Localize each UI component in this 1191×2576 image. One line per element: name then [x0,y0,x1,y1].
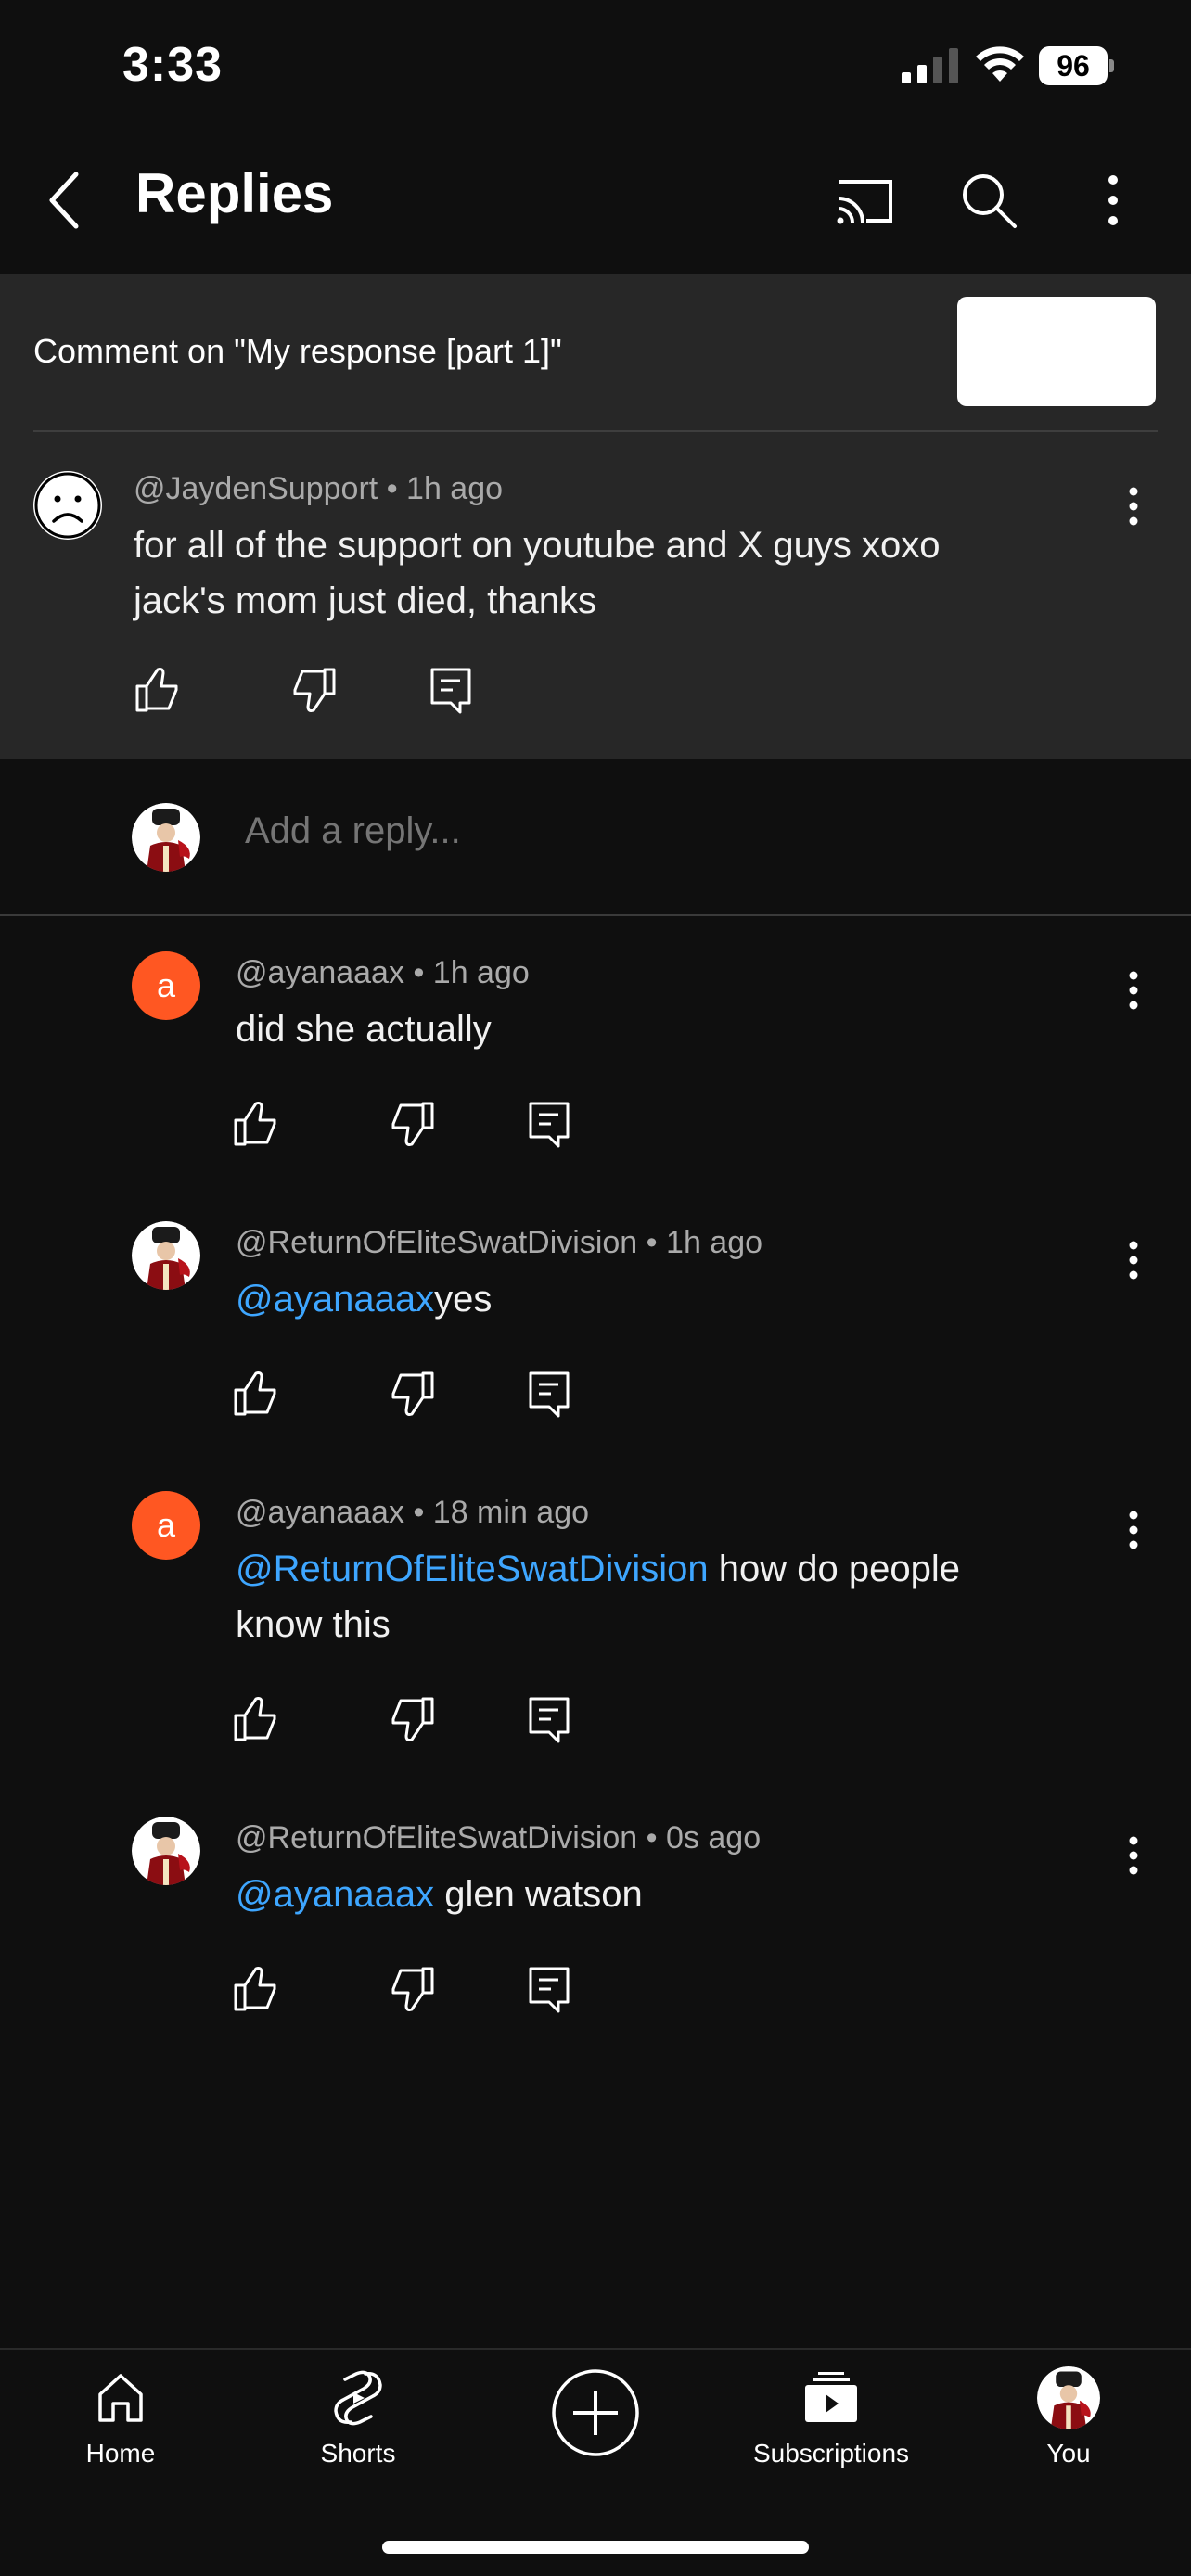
nav-home[interactable]: Home [28,2366,213,2468]
wifi-icon [976,46,1024,82]
reply-item: a @ayanaaax • 18 min ago @ReturnOfEliteS… [0,1489,1191,1786]
more-vert-icon[interactable] [1113,963,1154,1018]
reply-meta: @ReturnOfEliteSwatDivision • 0s ago [236,1820,762,1855]
user-avatar [132,803,200,872]
dislike-icon[interactable] [386,1098,438,1150]
reply-icon[interactable] [523,1368,575,1420]
reply-time: 0s ago [666,1820,762,1855]
reply-text: did she actually [236,1001,1126,1057]
reply-meta: @ayanaaax • 1h ago [236,955,530,990]
create-plus-icon[interactable] [551,2368,640,2457]
reply-author[interactable]: @ayanaaax [236,955,404,990]
reply-icon[interactable] [425,664,477,716]
like-icon[interactable] [230,1098,282,1150]
dislike-icon[interactable] [386,1693,438,1745]
context-title: Comment on "My response [part 1]" [33,332,562,370]
reply-mention[interactable]: @ReturnOfEliteSwatDivision [236,1549,709,1589]
reply-body: did she actually [236,1009,492,1050]
like-icon[interactable] [132,664,184,716]
nav-home-label: Home [85,2439,156,2468]
letter-avatar[interactable]: a [132,1491,200,1560]
bottom-nav: Home Shorts Subscriptions You [0,2348,1191,2576]
user-avatar [1037,2366,1100,2429]
reply-text: @ayanaaax glen watson [236,1867,1126,1922]
reply-time: 18 min ago [432,1495,590,1530]
add-reply-row [0,759,1191,916]
reply-icon[interactable] [523,1693,575,1745]
home-icon [98,2374,143,2422]
reply-input[interactable] [245,810,1080,852]
reply-meta: @ReturnOfEliteSwatDivision • 1h ago [236,1225,763,1260]
app-header: Replies [0,130,1191,274]
reply-author[interactable]: @ReturnOfEliteSwatDivision [236,1820,637,1855]
reply-item: @ReturnOfEliteSwatDivision • 1h ago @aya… [0,1219,1191,1460]
sad-face-avatar[interactable] [33,471,102,540]
comment-meta: @JaydenSupport • 1h ago [134,471,504,506]
reply-author[interactable]: @ReturnOfEliteSwatDivision [236,1225,637,1260]
status-time: 3:33 [122,38,224,92]
page-title: Replies [135,162,334,224]
reply-mention[interactable]: @ayanaaax [236,1279,434,1320]
comment-author[interactable]: @JaydenSupport [134,471,378,506]
like-icon[interactable] [230,1368,282,1420]
nav-subscriptions[interactable]: Subscriptions [738,2366,924,2468]
reply-item: a @ayanaaax • 1h ago did she actually [0,950,1191,1191]
reply-time: 1h ago [432,955,530,990]
comment-text: for all of the support on youtube and X … [134,525,941,621]
shorts-icon [334,2370,382,2426]
reply-mention[interactable]: @ayanaaax [236,1874,434,1915]
parent-comment-panel: Comment on "My response [part 1]" @Jayde… [0,274,1191,759]
cast-icon[interactable] [826,161,903,239]
back-arrow-icon[interactable] [39,163,91,237]
reply-icon[interactable] [523,1963,575,2015]
reply-item: @ReturnOfEliteSwatDivision • 0s ago @aya… [0,1815,1191,2056]
reply-text: @ReturnOfEliteSwatDivision how do people… [236,1541,1052,1652]
nav-subscriptions-label: Subscriptions [752,2439,910,2468]
reply-text: @ayanaaaxyes [236,1271,1126,1327]
user-avatar[interactable] [132,1221,200,1290]
search-icon[interactable] [950,161,1028,239]
nav-shorts[interactable]: Shorts [265,2366,451,2468]
more-vert-icon[interactable] [1113,1502,1154,1558]
more-vert-icon[interactable] [1113,1232,1154,1288]
subscriptions-icon [805,2372,857,2422]
reply-body: yes [434,1279,493,1320]
nav-you-label: You [1046,2439,1091,2468]
like-icon[interactable] [230,1963,282,2015]
more-vert-icon[interactable] [1113,1828,1154,1883]
letter-avatar[interactable]: a [132,951,200,1020]
more-vert-icon[interactable] [1074,161,1152,239]
battery-level: 96 [1039,46,1108,85]
reply-author[interactable]: @ayanaaax [236,1495,404,1530]
divider [33,430,1158,432]
reply-time: 1h ago [666,1225,763,1260]
more-vert-icon[interactable] [1113,478,1154,534]
dislike-icon[interactable] [386,1368,438,1420]
status-bar: 3:33 96 [0,0,1191,130]
reply-icon[interactable] [523,1098,575,1150]
comment-time: 1h ago [406,471,504,506]
like-icon[interactable] [230,1693,282,1745]
dislike-icon[interactable] [386,1963,438,2015]
battery-indicator: 96 [1039,46,1114,85]
home-indicator[interactable] [382,2541,809,2554]
video-thumbnail[interactable] [957,297,1156,406]
reply-body: glen watson [434,1874,643,1915]
user-avatar[interactable] [132,1817,200,1885]
reply-meta: @ayanaaax • 18 min ago [236,1495,590,1530]
dislike-icon[interactable] [288,664,339,716]
nav-you[interactable]: You [976,2366,1161,2468]
nav-shorts-label: Shorts [320,2439,396,2468]
cellular-signal-icon [902,48,958,83]
